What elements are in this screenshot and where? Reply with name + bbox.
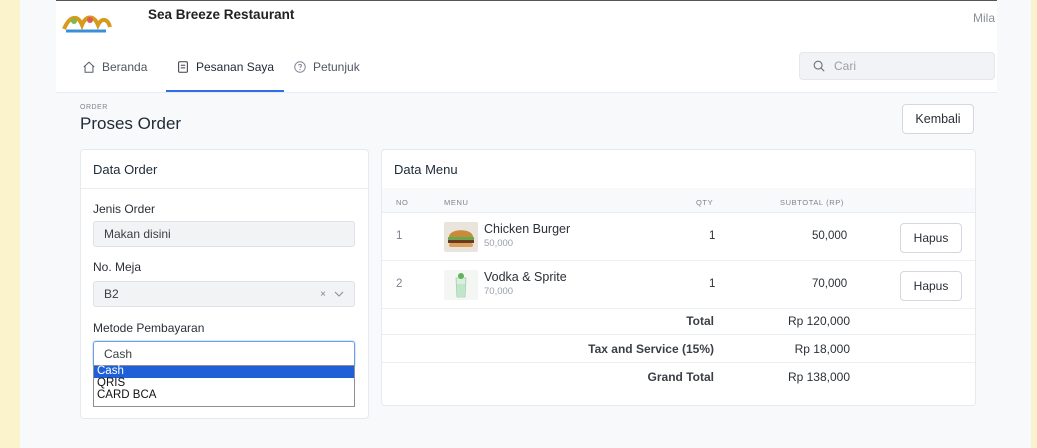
menu-card-title: Data Menu [382,150,975,189]
payment-method-select[interactable]: Cash [93,341,355,367]
nav-item-beranda[interactable]: Beranda [82,43,147,90]
burger-image [444,222,478,252]
total-value: Rp 120,000 [787,314,850,328]
total-row: Total Rp 120,000 [382,310,975,335]
payment-method-label: Metode Pembayaran [93,321,205,335]
row-no: 1 [396,230,403,242]
table-row: 2 Vodka & Sprite 70,000 1 70,000 Hapus [382,261,975,309]
row-menu-name: Chicken Burger [484,222,571,236]
header-menu: MENU [444,198,469,207]
payment-option-card-bca[interactable]: CARD BCA [94,389,354,402]
left-background-stripe [0,0,20,448]
menu-card: Data Menu NO MENU QTY SUBTOTAL (RP) 1 Ch… [381,149,976,406]
order-type-field[interactable]: Makan disini [93,221,355,247]
total-label: Total [686,314,714,328]
page-title: Proses Order [80,114,182,133]
table-row: 1 Chicken Burger 50,000 1 50,000 Hapus [382,213,975,261]
row-qty: 1 [709,278,716,290]
grand-total-value: Rp 138,000 [787,370,850,384]
breadcrumb: ORDER [80,104,108,111]
header-qty: QTY [696,198,714,207]
nav-item-petunjuk[interactable]: Petunjuk [293,43,360,90]
search-placeholder: Cari [834,59,857,73]
search-input[interactable]: Cari [799,52,995,80]
row-menu-name: Vodka & Sprite [484,270,567,284]
tax-label: Tax and Service (15%) [588,342,714,356]
order-type-label: Jenis Order [93,202,156,216]
table-header [382,188,975,213]
table-number-select[interactable]: B2 × [93,281,355,307]
payment-method-dropdown: Cash QRIS CARD BCA [93,365,355,407]
tax-value: Rp 18,000 [794,342,850,356]
grand-total-label: Grand Total [647,370,714,384]
delete-button[interactable]: Hapus [900,271,962,301]
search-icon [813,60,825,72]
grand-total-row: Grand Total Rp 138,000 [382,366,975,390]
order-card-title: Data Order [81,150,368,189]
payment-option-cash[interactable]: Cash [94,365,354,378]
tax-row: Tax and Service (15%) Rp 18,000 [382,338,975,363]
home-icon [83,60,95,73]
header-subtotal: SUBTOTAL (RP) [780,198,844,207]
user-name[interactable]: Mila [973,11,995,25]
row-no: 2 [396,278,403,290]
nav-item-pesanan-saya[interactable]: Pesanan Saya [166,43,285,92]
receipt-icon [178,60,188,73]
drink-image [444,270,478,300]
top-bar: Sea Breeze Restaurant Mila [56,0,997,44]
table-number-label: No. Meja [93,260,142,274]
nav-label-petunjuk: Petunjuk [313,59,360,74]
order-type-value: Makan disini [104,227,171,241]
nav-label-pesanan-saya: Pesanan Saya [196,59,275,74]
row-menu-price: 50,000 [484,238,514,249]
back-button[interactable]: Kembali [902,104,974,134]
clear-icon[interactable]: × [320,289,326,300]
chevron-down-icon[interactable] [334,291,344,297]
row-qty: 1 [709,230,716,242]
row-subtotal: 50,000 [812,230,848,242]
table-number-value: B2 [104,287,119,301]
payment-method-value: Cash [104,347,133,361]
restaurant-logo[interactable] [60,9,112,35]
nav-label-beranda: Beranda [102,59,148,74]
row-subtotal: 70,000 [812,278,848,290]
delete-button[interactable]: Hapus [900,223,962,253]
header-no: NO [396,198,409,207]
order-card: Data Order Jenis Order Makan disini No. … [80,149,369,419]
nav-bar: Beranda Pesanan Saya Petunjuk Cari [56,43,997,93]
row-menu-price: 70,000 [484,286,514,297]
app-name: Sea Breeze Restaurant [148,7,295,22]
help-icon [294,60,306,73]
